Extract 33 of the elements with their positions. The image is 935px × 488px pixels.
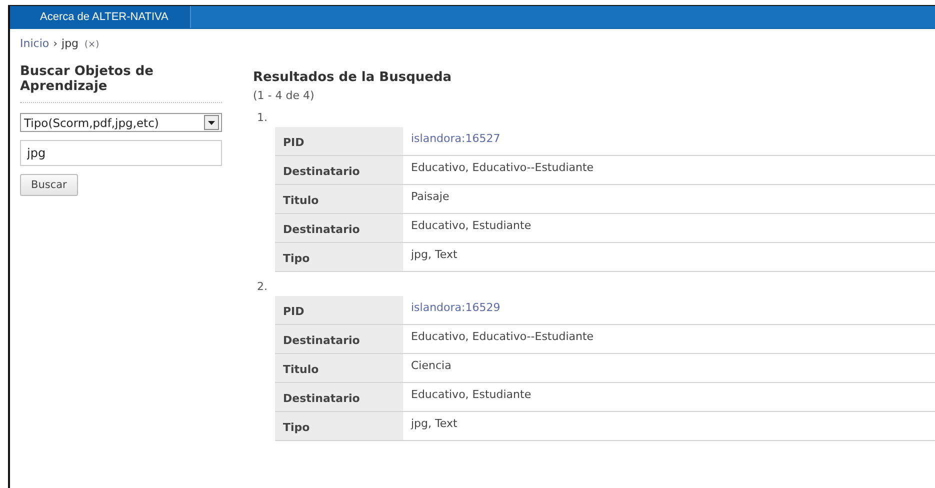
field-value: Paisaje bbox=[403, 184, 935, 214]
type-dropdown[interactable]: Tipo(Scorm,pdf,jpg,etc) bbox=[20, 113, 222, 132]
field-value: Educativo, Educativo--Estudiante bbox=[403, 156, 935, 184]
pid-link[interactable]: islandora:16527 bbox=[403, 127, 935, 156]
field-value: jpg, Text bbox=[403, 242, 935, 272]
search-field[interactable]: jpg bbox=[20, 140, 222, 166]
result-number: 1. bbox=[256, 110, 268, 126]
search-button[interactable]: Buscar bbox=[20, 174, 78, 196]
field-label: Destinatario bbox=[275, 324, 403, 354]
breadcrumb-link[interactable]: Inicio bbox=[20, 37, 50, 50]
field-label: Titulo bbox=[275, 354, 403, 382]
field-value: Educativo, Estudiante bbox=[403, 382, 935, 412]
field-label: Tipo bbox=[275, 412, 403, 440]
field-value: Educativo, Estudiante bbox=[403, 214, 935, 242]
field-label: Destinatario bbox=[275, 382, 403, 412]
results-count: (1 - 4 de 4) bbox=[253, 89, 316, 103]
field-label: PID bbox=[275, 296, 403, 324]
field-label: PID bbox=[275, 127, 403, 156]
nav-tab[interactable]: Acerca de ALTER-NATIVA bbox=[10, 6, 192, 28]
breadcrumb-current: jpg bbox=[62, 37, 79, 50]
sidebar-title: Buscar Objetos de Aprendizaje bbox=[20, 64, 222, 103]
field-value: Educativo, Educativo--Estudiante bbox=[403, 324, 935, 354]
field-label: Tipo bbox=[275, 242, 403, 272]
field-label: Titulo bbox=[275, 184, 403, 214]
pid-link[interactable]: islandora:16529 bbox=[403, 296, 935, 324]
field-label: Destinatario bbox=[275, 156, 403, 184]
remove-filter-link[interactable]: (×) bbox=[84, 40, 100, 50]
field-value: Ciencia bbox=[403, 354, 935, 382]
field-value: jpg, Text bbox=[403, 412, 935, 440]
result-number: 2. bbox=[256, 279, 268, 295]
results-title: Resultados de la Busqueda bbox=[253, 70, 453, 86]
separator-icon: › bbox=[53, 37, 58, 50]
field-label: Destinatario bbox=[275, 214, 403, 242]
